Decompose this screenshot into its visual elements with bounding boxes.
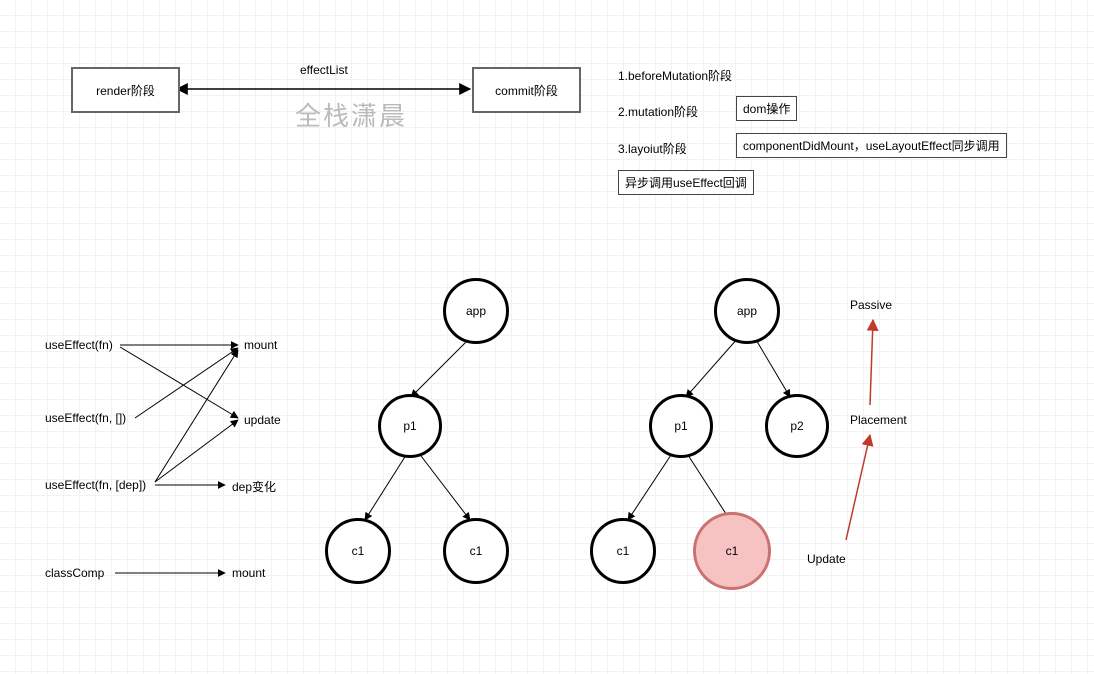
tree1-c1-left-node: c1 [325,518,391,584]
tree2-app-node: app [714,278,780,344]
useeffect-fn-empty-label: useEffect(fn, []) [45,411,126,425]
step-3-note-box: componentDidMount，useLayoutEffect同步调用 [736,133,1007,158]
render-phase-label: render阶段 [96,82,155,99]
update-tag: Update [807,552,846,566]
dep-change-label: dep变化 [232,478,276,495]
placement-tag: Placement [850,413,907,427]
mount2-label: mount [232,566,265,580]
commit-phase-label: commit阶段 [495,82,558,99]
step-2-note-box: dom操作 [736,96,797,121]
tree2-p2-node: p2 [765,394,829,458]
step-2-note: dom操作 [743,100,790,117]
after-commit-box: 异步调用useEffect回调 [618,170,754,195]
tree2-c1-right-label: c1 [726,544,739,558]
step-1-label: 1.beforeMutation阶段 [618,67,732,84]
render-phase-box: render阶段 [71,67,180,113]
step-3-label: 3.layoiut阶段 [618,140,687,157]
step-2-label: 2.mutation阶段 [618,103,698,120]
tree2-c1-left-label: c1 [617,544,630,558]
tree1-c1-right-node: c1 [443,518,509,584]
after-commit-note: 异步调用useEffect回调 [625,174,747,191]
classcomp-label: classComp [45,566,104,580]
watermark-text: 全栈潇晨 [295,96,407,133]
tree1-app-node: app [443,278,509,344]
tree2-p1-node: p1 [649,394,713,458]
tree2-c1-right-node: c1 [693,512,771,590]
effect-list-label: effectList [300,63,348,77]
tree1-c1-left-label: c1 [352,544,365,558]
tree2-p1-label: p1 [674,419,687,433]
tree1-app-label: app [466,304,486,318]
tree2-app-label: app [737,304,757,318]
commit-phase-box: commit阶段 [472,67,581,113]
step-3-note: componentDidMount，useLayoutEffect同步调用 [743,137,1000,154]
tree1-p1-label: p1 [403,419,416,433]
useeffect-fn-dep-label: useEffect(fn, [dep]) [45,478,146,492]
passive-tag: Passive [850,298,892,312]
tree2-p2-label: p2 [790,419,803,433]
diagram-canvas: render阶段 commit阶段 effectList 全栈潇晨 1.befo… [0,0,1094,674]
tree2-c1-left-node: c1 [590,518,656,584]
mount-label: mount [244,338,277,352]
useeffect-fn-label: useEffect(fn) [45,338,113,352]
tree1-c1-right-label: c1 [470,544,483,558]
tree1-p1-node: p1 [378,394,442,458]
update-label: update [244,413,281,427]
